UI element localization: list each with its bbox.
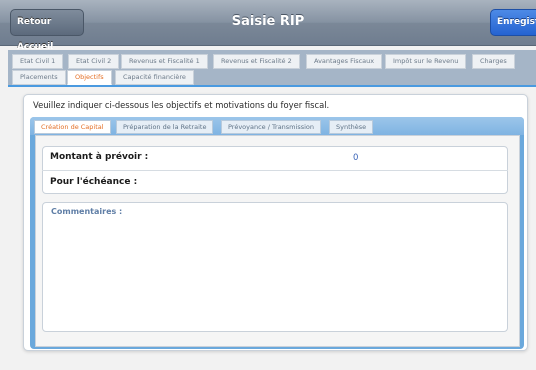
instruction-text: Veuillez indiquer ci-dessous les objecti…	[33, 100, 330, 110]
subtab-creation-capital[interactable]: Création de Capital	[34, 120, 111, 134]
tab-revenus-fiscalite-2[interactable]: Revenus et Fiscalité 2	[213, 54, 300, 69]
montant-value[interactable]: 0	[353, 153, 358, 163]
tab-impot-revenu[interactable]: Impôt sur le Revenu	[385, 54, 467, 69]
subtab-prevoyance-transmission[interactable]: Prévoyance / Transmission	[221, 120, 321, 134]
tab-placements[interactable]: Placements	[12, 70, 66, 85]
tab-etat-civil-2[interactable]: Etat Civil 2	[68, 54, 120, 69]
subtab-preparation-retraite[interactable]: Préparation de la Retraite	[116, 120, 214, 134]
tab-etat-civil-1[interactable]: Etat Civil 1	[12, 54, 64, 69]
tab-objectifs[interactable]: Objectifs	[67, 70, 112, 85]
tab-capacite-financiere[interactable]: Capacité financière	[115, 70, 194, 85]
echeance-label: Pour l'échéance :	[50, 177, 138, 187]
tab-charges[interactable]: Charges	[472, 54, 515, 69]
tab-revenus-fiscalite-1[interactable]: Revenus et Fiscalité 1	[121, 54, 208, 69]
comments-label: Commentaires :	[51, 207, 123, 216]
save-button[interactable]: Enregistre	[490, 9, 536, 36]
comments-field[interactable]	[42, 202, 508, 332]
echeance-field[interactable]	[140, 173, 500, 191]
tab-avantages-fiscaux[interactable]: Avantages Fiscaux	[306, 54, 383, 69]
tab-underline	[8, 85, 536, 87]
page-title: Saisie RIP	[231, 14, 305, 29]
field-divider	[42, 170, 508, 171]
subtab-synthese[interactable]: Synthèse	[329, 120, 374, 134]
montant-label: Montant à prévoir :	[50, 152, 149, 162]
